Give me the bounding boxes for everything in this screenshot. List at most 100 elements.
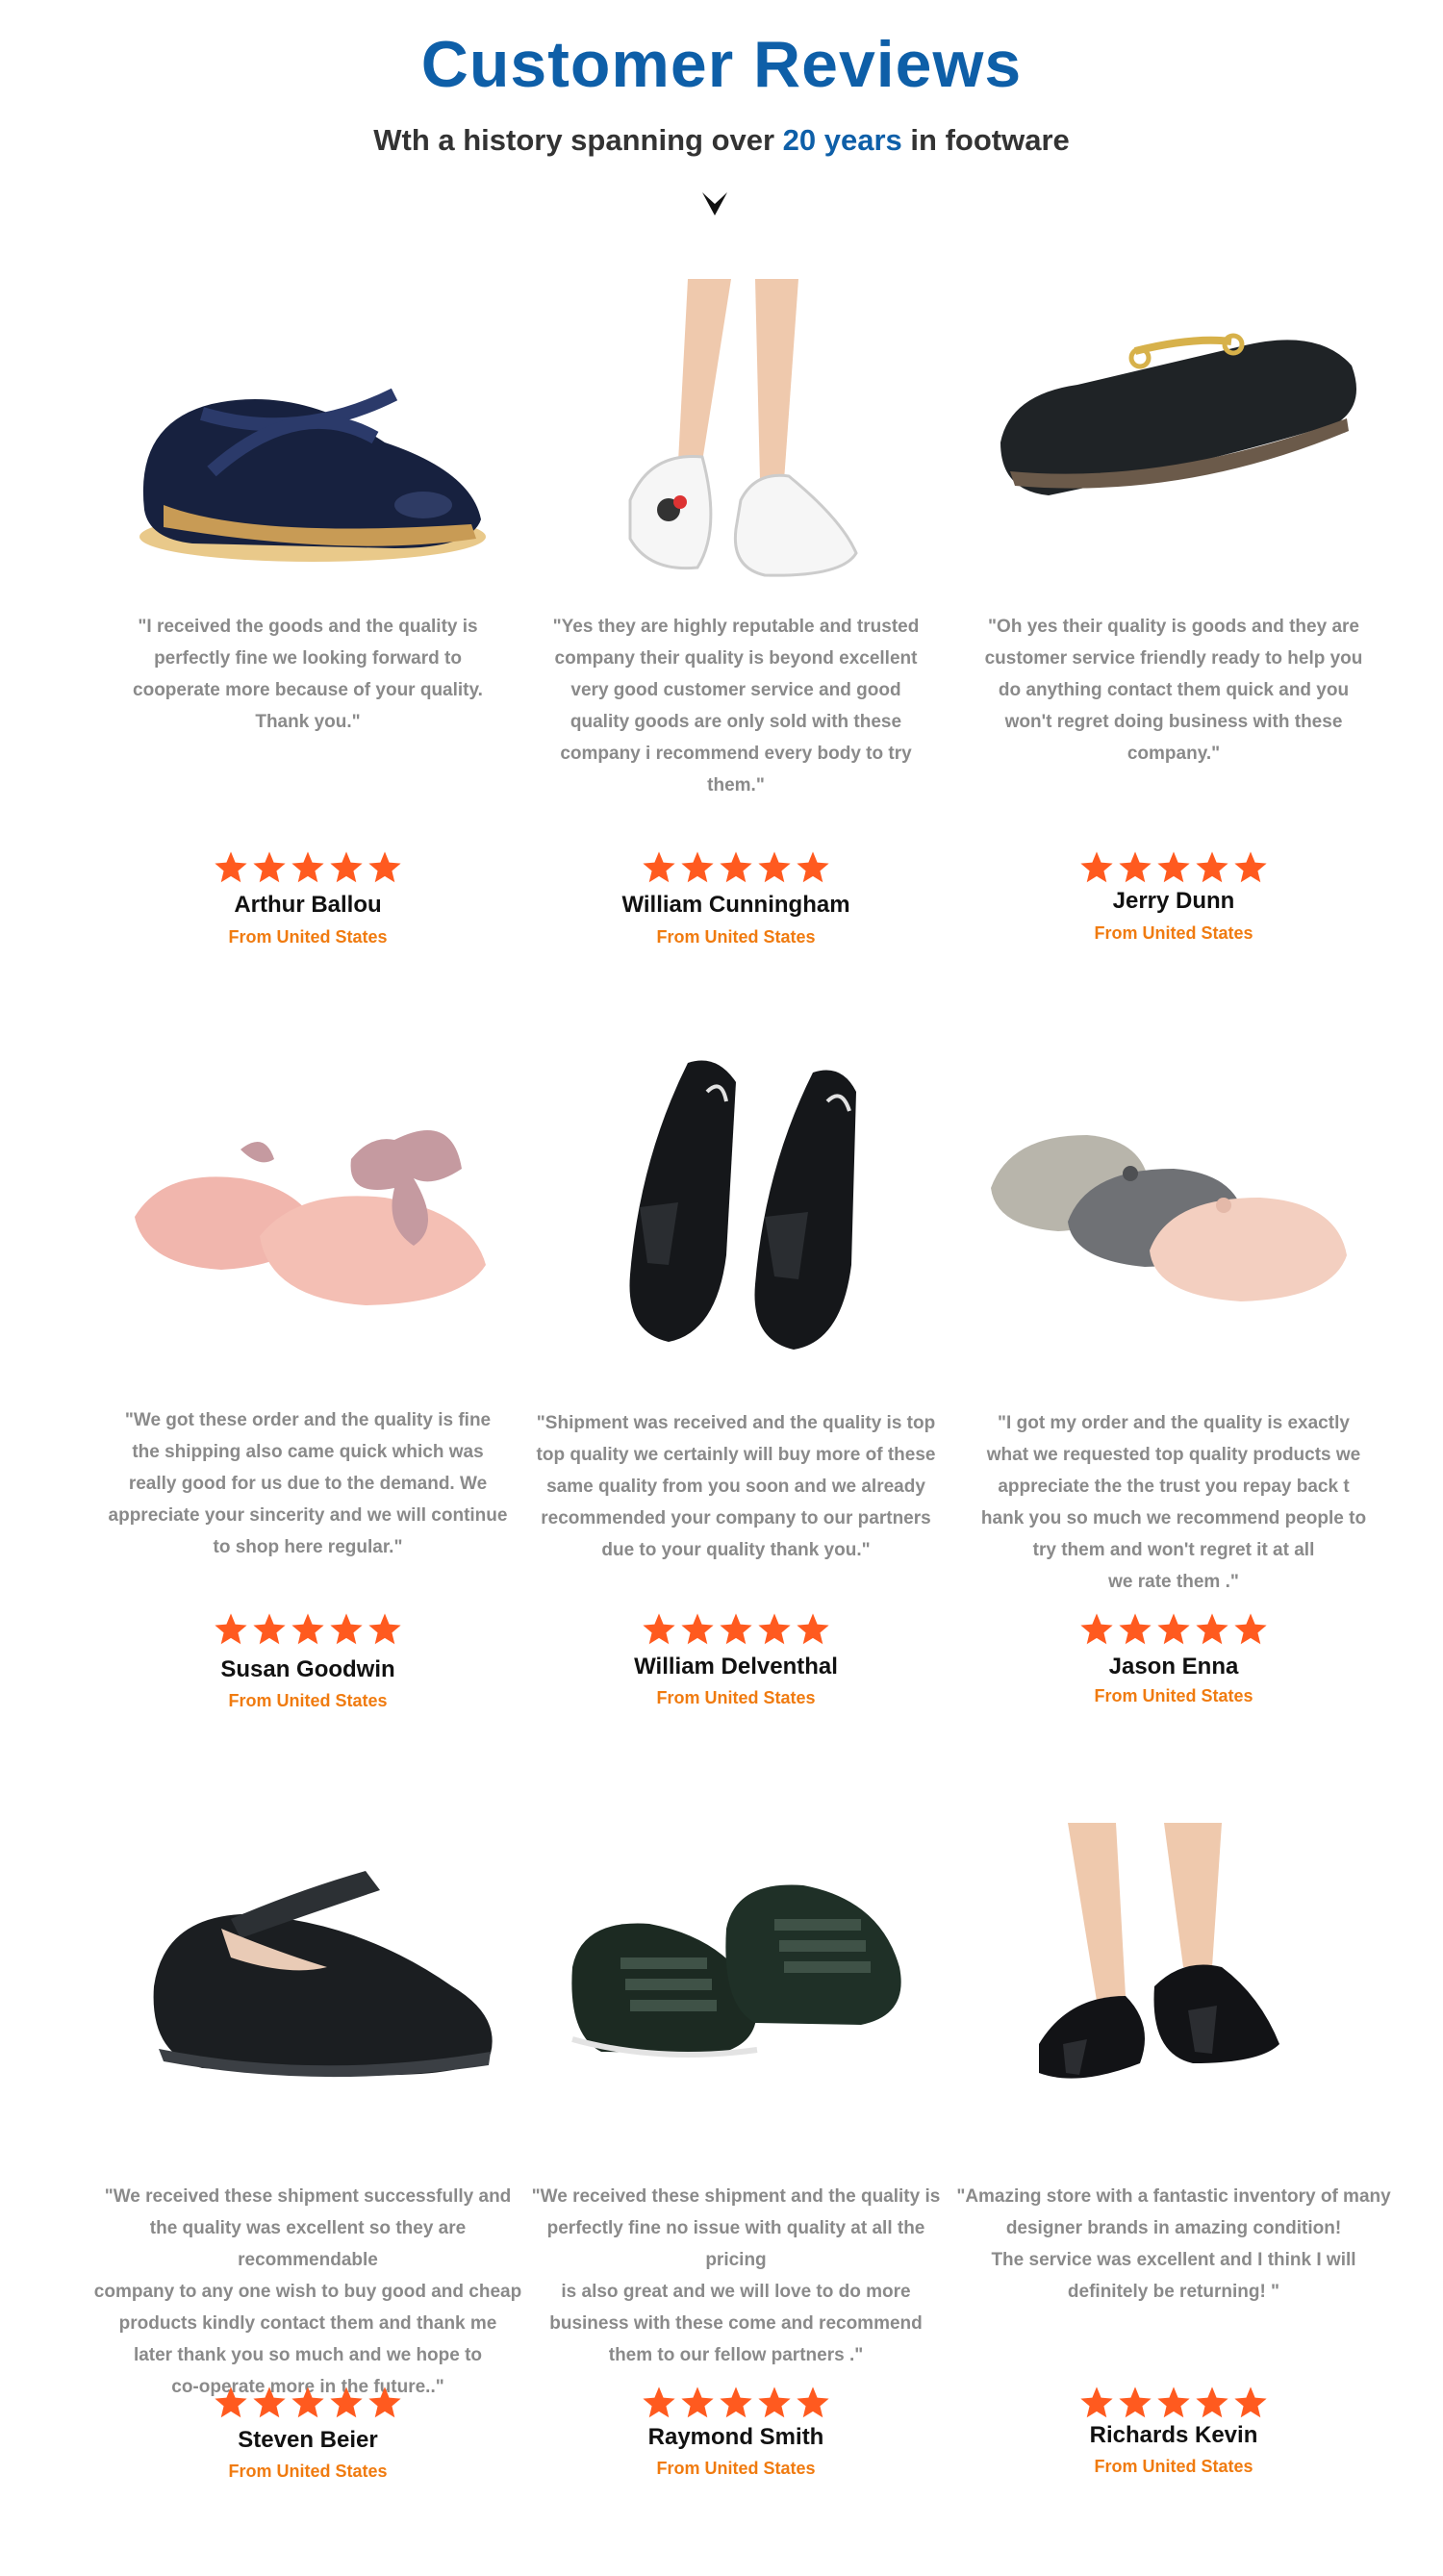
star-icon [367,2385,403,2421]
reviewer-name: Richards Kevin [1089,2422,1258,2448]
review-card: "Oh yes their quality is goods and they … [952,279,1395,1010]
review-quote: "We received these shipment and the qual… [515,2181,957,2371]
star-rating [952,1611,1395,1653]
star-icon [1078,1611,1115,1648]
star-icon [1117,1611,1153,1648]
star-icon [328,2385,365,2421]
product-image-pink-bow-flats [106,1044,510,1361]
quote-line: Thank you." [255,712,361,732]
star-rating [515,2385,957,2426]
star-icon [251,1611,288,1648]
star-icon [1155,1611,1192,1648]
reviewer-origin: From United States [1094,923,1253,943]
page-title: Customer Reviews [420,28,1023,101]
star-icon [328,849,365,886]
quote-line: perfectly fine no issue with quality at … [546,2218,925,2270]
quote-line: business with these come and recommend [549,2313,923,2334]
product-image-black-buckle-loafer [972,279,1376,596]
subtitle-text-after: in footware [901,123,1070,157]
product-image-grey-pink-mary-janes [972,1044,1376,1361]
review-quote: "We received these shipment successfully… [87,2181,529,2403]
reviewer-origin: From United States [228,927,388,947]
quote-line: customer service friendly ready to help … [984,648,1363,669]
quote-line: company i recommend every body to try [560,744,912,764]
star-icon [1194,2385,1230,2421]
quote-line: company their quality is beyond excellen… [554,648,918,669]
quote-line: them." [707,775,765,796]
page-subtitle: Wth a history spanning over 20 years in … [0,123,1443,158]
reviewer-origin: From United States [228,1691,388,1710]
star-icon [1194,849,1230,886]
star-icon [1155,849,1192,886]
review-quote: "Amazing store with a fantastic inventor… [952,2181,1395,2308]
quote-line: company to any one wish to buy good and … [93,2282,522,2302]
star-rating [87,2385,529,2426]
reviewer-origin: From United States [656,1688,816,1707]
reviewer-origin: From United States [1094,2457,1253,2476]
star-icon [1078,2385,1115,2421]
subtitle-text-before: Wth a history spanning over [373,123,783,157]
star-rating [952,2385,1395,2426]
review-quote: "I received the goods and the quality is… [87,611,529,738]
quote-line: designer brands in amazing condition! [1005,2218,1342,2238]
star-icon [795,1611,831,1648]
reviewer-name: Raymond Smith [647,2424,824,2450]
quote-line: quality goods are only sold with these [570,712,902,732]
quote-line: due to your quality thank you." [601,1540,871,1560]
star-icon [290,2385,326,2421]
quote-line: "I received the goods and the quality is [138,617,478,637]
quote-line: "We received these shipment and the qual… [531,2186,941,2207]
star-rating [515,849,957,891]
star-icon [1078,849,1115,886]
star-icon [1232,849,1269,886]
star-icon [213,1611,249,1648]
quote-line: later thank you so much and we hope to [133,2345,483,2365]
star-icon [756,849,793,886]
quote-line: company." [1127,744,1221,764]
quote-line: do anything contact them quick and you [998,680,1350,700]
star-icon [1232,1611,1269,1648]
product-image-velcro-sneakers [534,1823,938,2140]
star-icon [367,849,403,886]
quote-line: recommended your company to our partners [541,1508,931,1528]
product-image-navy-mary-jane [106,279,510,596]
quote-line: perfectly fine we looking forward to [154,648,462,669]
star-icon [251,849,288,886]
quote-line: try them and won't regret it at all [1032,1540,1315,1560]
reviewer-name: William Cunningham [621,892,850,918]
reviewer-origin: From United States [656,2459,816,2478]
quote-line: same quality from you soon and we alread… [546,1477,925,1497]
star-icon [679,849,716,886]
quote-line: products kindly contact them and thank m… [118,2313,497,2334]
reviewer-origin: From United States [228,2462,388,2481]
star-icon [641,1611,677,1648]
review-quote: "Oh yes their quality is goods and they … [952,611,1395,770]
star-icon [718,849,754,886]
star-icon [328,1611,365,1648]
star-icon [1155,2385,1192,2421]
quote-line: very good customer service and good [570,680,901,700]
star-icon [1232,2385,1269,2421]
review-card: "I got my order and the quality is exact… [952,1044,1395,1775]
star-icon [1194,1611,1230,1648]
quote-line: The service was excellent and I think I … [991,2250,1356,2270]
star-icon [641,849,677,886]
star-icon [213,2385,249,2421]
quote-line: top quality we certainly will buy more o… [536,1445,936,1465]
reviewer-origin: From United States [656,927,816,947]
review-quote: "I got my order and the quality is exact… [952,1407,1395,1598]
reviewer-name: Susan Goodwin [220,1656,395,1682]
quote-line: "Oh yes their quality is goods and they … [988,617,1359,637]
review-quote: "We got these order and the quality is f… [87,1404,529,1563]
star-icon [213,849,249,886]
star-icon [290,849,326,886]
reviewer-name: Jason Enna [1108,1654,1239,1679]
star-rating [952,849,1395,891]
star-icon [1117,2385,1153,2421]
product-image-tassel-loafers [534,1044,938,1361]
subtitle-highlight: 20 years [782,123,902,157]
review-card: "Amazing store with a fantastic inventor… [952,1823,1395,2554]
quote-line: definitely be returning! " [1067,2282,1280,2302]
star-icon [1117,849,1153,886]
quote-line: really good for us due to the demand. We [128,1474,488,1494]
